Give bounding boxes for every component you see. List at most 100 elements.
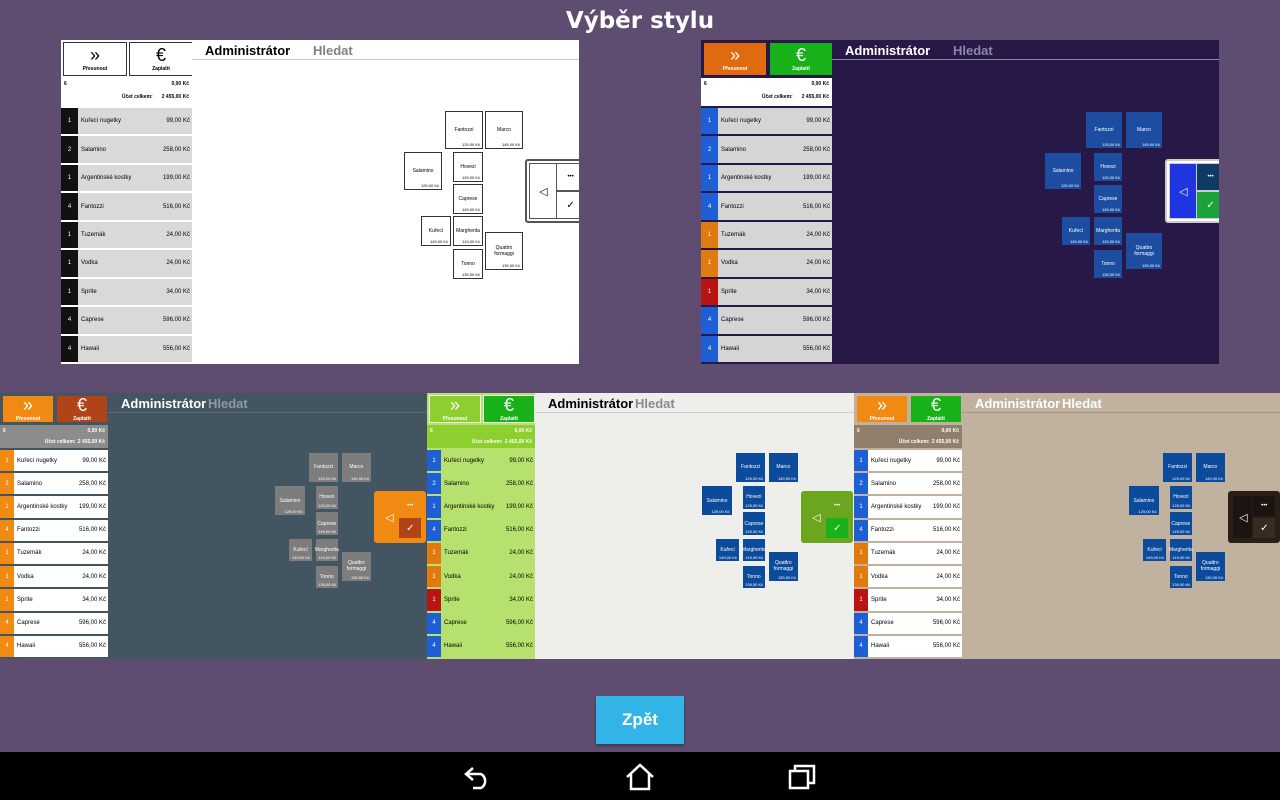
order-row[interactable]: 2 Salamino 258,00 Kč (701, 136, 832, 163)
product-button[interactable]: Hovezi 129,00 Kč (314, 485, 340, 510)
product-button[interactable]: Hovezi 129,00 Kč (453, 152, 483, 182)
back-arrow-icon[interactable] (456, 760, 500, 794)
product-button[interactable]: Kuřecí 149,00 Kč (421, 216, 451, 246)
product-button[interactable]: Quattro formaggi 139,00 Kč (485, 232, 523, 270)
order-row[interactable]: 1 Kuřecí nugetky 99,00 Kč (854, 450, 962, 472)
order-row[interactable]: 4 Caprese 596,00 Kč (427, 612, 535, 634)
order-row[interactable]: 1 Kuřecí nugetky 99,00 Kč (0, 450, 108, 472)
product-button[interactable]: Caprese 149,00 Kč (1168, 511, 1194, 536)
product-button[interactable]: Tonno 139,00 Kč (1093, 249, 1123, 279)
product-button[interactable]: Tonno 139,00 Kč (1168, 564, 1194, 590)
order-row[interactable]: 1 Argentinské kostky 199,00 Kč (61, 164, 192, 192)
order-row[interactable]: 1 Vodka 24,00 Kč (0, 566, 108, 588)
order-row[interactable]: 2 Salamino 258,00 Kč (0, 473, 108, 495)
order-row[interactable]: 4 Fantozzi 516,00 Kč (0, 519, 108, 541)
more-key[interactable]: ••• (1252, 494, 1277, 518)
order-row[interactable]: 1 Argentinské kostky 199,00 Kč (701, 164, 832, 192)
style-thumbnail-purple[interactable]: » Přesunout € Zaplatit 6 0,00 Kč Účet celkem: 2… (701, 40, 1219, 364)
product-button[interactable]: Kuřecí 149,00 Kč (1061, 216, 1091, 246)
style-thumbnail-lime[interactable]: » Přesunout € Zaplatit 6 0,00 Kč Účet celkem: 2… (427, 393, 854, 659)
product-button[interactable]: Kuřecí 149,00 Kč (715, 537, 740, 563)
search-field[interactable]: Hledat (313, 43, 353, 58)
back-key[interactable]: ◁ (529, 163, 558, 219)
style-thumbnail-beige[interactable]: » Přesunout € Zaplatit 6 0,00 Kč Účet celkem: 2… (854, 393, 1280, 659)
order-row[interactable]: 1 Tuzemák 24,00 Kč (61, 221, 192, 249)
order-row[interactable]: 2 Salamino 258,00 Kč (427, 473, 535, 495)
product-button[interactable]: Marco 149,00 Kč (1125, 111, 1163, 149)
order-row[interactable]: 4 Hawaii 556,00 Kč (427, 635, 535, 657)
product-button[interactable]: Fantozzi 129,00 Kč (1085, 111, 1123, 149)
product-button[interactable]: Hovezi 129,00 Kč (1168, 485, 1194, 510)
product-button[interactable]: Tonno 139,00 Kč (453, 249, 483, 279)
order-row[interactable]: 1 Sprite 34,00 Kč (701, 278, 832, 306)
product-button[interactable]: Salamino 129,00 Kč (1044, 152, 1082, 190)
order-row[interactable]: 4 Caprese 596,00 Kč (61, 307, 192, 334)
confirm-key[interactable]: ✓ (556, 191, 579, 219)
confirm-key[interactable]: ✓ (398, 517, 423, 540)
order-row[interactable]: 1 Sprite 34,00 Kč (61, 278, 192, 306)
order-row[interactable]: 1 Sprite 34,00 Kč (0, 589, 108, 611)
order-row[interactable]: 1 Argentinské kostky 199,00 Kč (854, 496, 962, 518)
search-field[interactable]: Hledat (208, 396, 248, 411)
product-button[interactable]: Marco 149,00 Kč (767, 451, 799, 483)
product-button[interactable]: Quattro formaggi 139,00 Kč (340, 550, 372, 582)
product-button[interactable]: Margherita 119,00 Kč (741, 537, 767, 563)
order-row[interactable]: 1 Argentinské kostky 199,00 Kč (427, 496, 535, 518)
order-row[interactable]: 1 Tuzemák 24,00 Kč (0, 542, 108, 565)
order-row[interactable]: 1 Sprite 34,00 Kč (427, 589, 535, 611)
order-row[interactable]: 1 Tuzemák 24,00 Kč (427, 542, 535, 565)
order-row[interactable]: 1 Argentinské kostky 199,00 Kč (0, 496, 108, 518)
order-row[interactable]: 4 Fantozzi 516,00 Kč (854, 519, 962, 541)
order-row[interactable]: 4 Caprese 596,00 Kč (701, 307, 832, 334)
order-row[interactable]: 1 Vodka 24,00 Kč (61, 250, 192, 277)
confirm-key[interactable]: ✓ (1196, 191, 1219, 219)
order-row[interactable]: 1 Tuzemák 24,00 Kč (701, 221, 832, 249)
product-button[interactable]: Quattro formaggi 139,00 Kč (767, 550, 799, 582)
product-button[interactable]: Hovezi 129,00 Kč (741, 485, 767, 510)
order-row[interactable]: 1 Kuřecí nugetky 99,00 Kč (427, 450, 535, 472)
product-button[interactable]: Caprese 149,00 Kč (741, 511, 767, 536)
product-button[interactable]: Fantozzi 129,00 Kč (735, 451, 767, 483)
more-key[interactable]: ••• (825, 494, 850, 518)
order-row[interactable]: 4 Hawaii 556,00 Kč (61, 335, 192, 362)
product-button[interactable]: Kuřecí 149,00 Kč (288, 537, 313, 563)
product-button[interactable]: Salamino 129,00 Kč (1128, 485, 1160, 517)
product-button[interactable]: Caprese 149,00 Kč (314, 511, 340, 536)
product-button[interactable]: Quattro formaggi 139,00 Kč (1194, 550, 1226, 582)
order-row[interactable]: 4 Fantozzi 516,00 Kč (427, 519, 535, 541)
order-row[interactable]: 2 Salamino 258,00 Kč (61, 136, 192, 163)
style-thumbnail-slate[interactable]: » Přesunout € Zaplatit 6 0,00 Kč Účet celkem: 2… (0, 393, 427, 659)
order-row[interactable]: 4 Hawaii 556,00 Kč (701, 335, 832, 362)
product-button[interactable]: Tonno 139,00 Kč (314, 564, 340, 590)
order-row[interactable]: 1 Sprite 34,00 Kč (854, 589, 962, 611)
order-row[interactable]: 1 Tuzemák 24,00 Kč (854, 542, 962, 565)
search-field[interactable]: Hledat (953, 43, 993, 58)
product-button[interactable]: Marco 149,00 Kč (1194, 451, 1226, 483)
order-row[interactable]: 4 Caprese 596,00 Kč (0, 612, 108, 634)
order-row[interactable]: 4 Fantozzi 516,00 Kč (701, 193, 832, 220)
more-key[interactable]: ••• (398, 494, 423, 518)
product-button[interactable]: Margherita 119,00 Kč (453, 216, 483, 246)
order-row[interactable]: 1 Kuřecí nugetky 99,00 Kč (701, 108, 832, 135)
order-row[interactable]: 1 Vodka 24,00 Kč (427, 566, 535, 588)
product-button[interactable]: Fantozzi 129,00 Kč (1162, 451, 1194, 483)
product-button[interactable]: Fantozzi 129,00 Kč (445, 111, 483, 149)
product-button[interactable]: Kuřecí 149,00 Kč (1142, 537, 1167, 563)
order-row[interactable]: 4 Hawaii 556,00 Kč (854, 635, 962, 657)
search-field[interactable]: Hledat (1062, 396, 1102, 411)
product-button[interactable]: Margherita 119,00 Kč (1093, 216, 1123, 246)
home-icon[interactable] (618, 760, 662, 794)
product-button[interactable]: Marco 149,00 Kč (340, 451, 372, 483)
product-button[interactable]: Fantozzi 129,00 Kč (308, 451, 340, 483)
confirm-key[interactable]: ✓ (1252, 517, 1277, 540)
product-button[interactable]: Salamino 129,00 Kč (701, 485, 733, 517)
product-button[interactable]: Marco 149,00 Kč (485, 111, 523, 149)
back-button[interactable]: Zpět (596, 696, 684, 744)
product-button[interactable]: Caprese 149,00 Kč (453, 184, 483, 214)
product-button[interactable]: Margherita 119,00 Kč (314, 537, 340, 563)
order-row[interactable]: 4 Caprese 596,00 Kč (854, 612, 962, 634)
order-row[interactable]: 4 Hawaii 556,00 Kč (0, 635, 108, 657)
order-row[interactable]: 2 Salamino 258,00 Kč (854, 473, 962, 495)
back-key[interactable]: ◁ (1169, 163, 1198, 219)
product-button[interactable]: Hovezi 129,00 Kč (1093, 152, 1123, 182)
